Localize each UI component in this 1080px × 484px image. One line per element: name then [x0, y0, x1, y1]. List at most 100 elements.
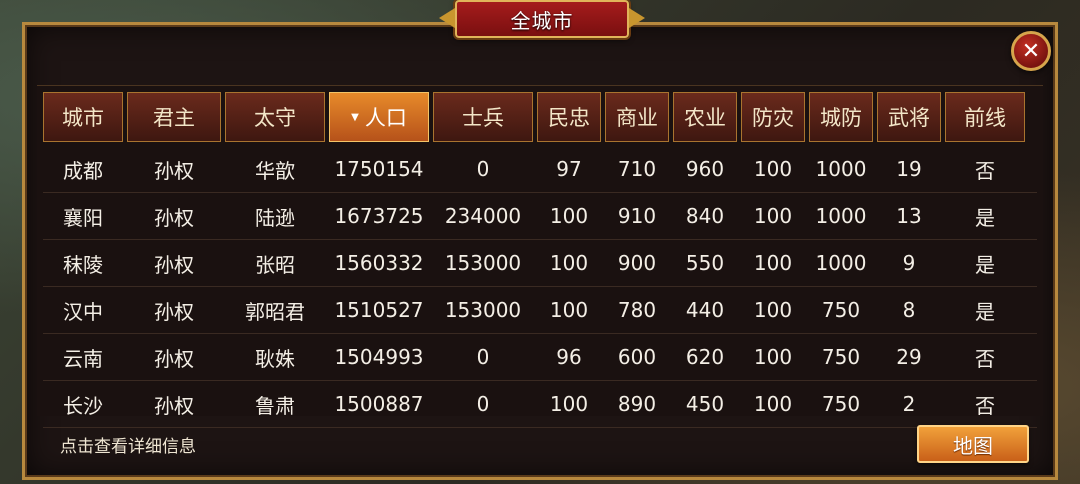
table-cell: 153000	[444, 298, 522, 322]
column-header-label: 商业	[616, 106, 658, 130]
table-cell: 900	[617, 251, 657, 275]
map-button[interactable]: 地图	[917, 425, 1029, 463]
column-header-label: 人口	[364, 106, 407, 130]
column-header[interactable]: ▼ 人口	[329, 92, 429, 142]
table-cell: 96	[556, 345, 582, 369]
table-cell: 710	[617, 157, 657, 181]
table-cell: 100	[549, 392, 589, 416]
table-cell: 29	[896, 345, 922, 369]
column-header-label: 君主	[153, 106, 195, 130]
table-cell: 450	[685, 392, 725, 416]
table-cell: 100	[753, 392, 793, 416]
column-header[interactable]: 民忠	[537, 92, 601, 142]
table-cell: 是	[975, 252, 995, 277]
close-icon: ✕	[1021, 38, 1041, 64]
column-header[interactable]: 士兵	[433, 92, 533, 142]
table-cell: 780	[617, 298, 657, 322]
column-header-label: 武将	[888, 106, 930, 130]
table-cell: 100	[753, 345, 793, 369]
table-cell: 孙权	[154, 252, 194, 277]
table-cell: 8	[902, 298, 916, 322]
table-cell: 否	[975, 346, 995, 371]
table-cell: 750	[821, 345, 861, 369]
table-cell: 97	[556, 157, 582, 181]
column-header[interactable]: 君主	[127, 92, 221, 142]
table-cell: 1000	[815, 157, 867, 181]
table-cell: 华歆	[255, 158, 295, 183]
table-cell: 0	[476, 157, 490, 181]
table-cell: 耿姝	[255, 346, 295, 371]
table-cell: 840	[685, 204, 725, 228]
table-cell: 750	[821, 298, 861, 322]
table-cell: 2	[902, 392, 916, 416]
table-cell: 孙权	[154, 393, 194, 418]
close-button[interactable]: ✕	[1011, 31, 1051, 71]
column-header[interactable]: 武将	[877, 92, 941, 142]
column-header-label: 防灾	[752, 106, 794, 130]
table-cell: 汉中	[63, 299, 103, 324]
table-cell: 100	[753, 157, 793, 181]
table-cell: 440	[685, 298, 725, 322]
title-banner: 全城市	[455, 0, 629, 38]
table-cell: 234000	[444, 204, 522, 228]
table-cell: 960	[685, 157, 725, 181]
table-cell: 1000	[815, 251, 867, 275]
table-cell: 否	[975, 393, 995, 418]
sort-desc-icon: ▼	[351, 111, 359, 123]
table-cell: 鲁肃	[255, 393, 295, 418]
column-header-label: 城防	[820, 106, 862, 130]
table-cell: 1673725	[334, 204, 424, 228]
table-cell: 成都	[63, 158, 103, 183]
table-row[interactable]: 秣陵 孙权 张昭 1560332 153000 100 900 550 100 1000 9 是	[43, 240, 1037, 287]
table-cell: 1750154	[334, 157, 424, 181]
table-cell: 1000	[815, 204, 867, 228]
table-row[interactable]: 成都 孙权 华歆 1750154 0 97 710 960 100 1000 19 否	[43, 146, 1037, 193]
table-cell: 云南	[63, 346, 103, 371]
table-cell: 910	[617, 204, 657, 228]
column-header-label: 城市	[62, 106, 104, 130]
table-cell: 600	[617, 345, 657, 369]
table-cell: 153000	[444, 251, 522, 275]
table-cell: 0	[476, 392, 490, 416]
table-cell: 否	[975, 158, 995, 183]
table-cell: 孙权	[154, 158, 194, 183]
column-header-label: 农业	[684, 106, 726, 130]
table-cell: 620	[685, 345, 725, 369]
table-body: 成都 孙权 华歆 1750154 0 97 710 960 100 1000 19 否襄阳 孙权 陆逊 16…	[43, 146, 1037, 428]
table-cell: 陆逊	[255, 205, 295, 230]
table-cell: 100	[753, 298, 793, 322]
table-cell: 100	[549, 298, 589, 322]
column-header-label: 前线	[964, 106, 1006, 130]
page-title: 全城市	[510, 8, 574, 33]
table-cell: 1504993	[334, 345, 424, 369]
table-row[interactable]: 长沙 孙权 鲁肃 1500887 0 100 890 450 100 750 2 否	[43, 381, 1037, 428]
table-cell: 19	[896, 157, 922, 181]
table-row[interactable]: 襄阳 孙权 陆逊 1673725 234000 100 910 840 100 1000 13 是	[43, 193, 1037, 240]
column-header[interactable]: 前线	[945, 92, 1025, 142]
table-cell: 孙权	[154, 346, 194, 371]
table-cell: 1560332	[334, 251, 424, 275]
table-cell: 750	[821, 392, 861, 416]
table-cell: 100	[753, 251, 793, 275]
table-cell: 13	[896, 204, 922, 228]
table-cell: 襄阳	[63, 205, 103, 230]
table-cell: 是	[975, 205, 995, 230]
table-cell: 100	[549, 204, 589, 228]
column-header[interactable]: 防灾	[741, 92, 805, 142]
table-cell: 550	[685, 251, 725, 275]
column-header[interactable]: 太守	[225, 92, 325, 142]
table-cell: 郭昭君	[245, 299, 305, 324]
column-header[interactable]: 城防	[809, 92, 873, 142]
table-row[interactable]: 云南 孙权 耿姝 1504993 0 96 600 620 100 750 29 否	[43, 334, 1037, 381]
table-cell: 孙权	[154, 205, 194, 230]
table-cell: 孙权	[154, 299, 194, 324]
table-header: 城市 君主 太守 ▼ 人口 士兵 民忠 商业 农业 防灾 城防 武将 前线	[43, 92, 1029, 142]
table-cell: 1500887	[334, 392, 424, 416]
column-header[interactable]: 商业	[605, 92, 669, 142]
column-header-label: 士兵	[462, 106, 504, 130]
table-cell: 张昭	[255, 252, 295, 277]
table-cell: 890	[617, 392, 657, 416]
column-header[interactable]: 农业	[673, 92, 737, 142]
table-row[interactable]: 汉中 孙权 郭昭君 1510527 153000 100 780 440 100 750 8 是	[43, 287, 1037, 334]
column-header[interactable]: 城市	[43, 92, 123, 142]
